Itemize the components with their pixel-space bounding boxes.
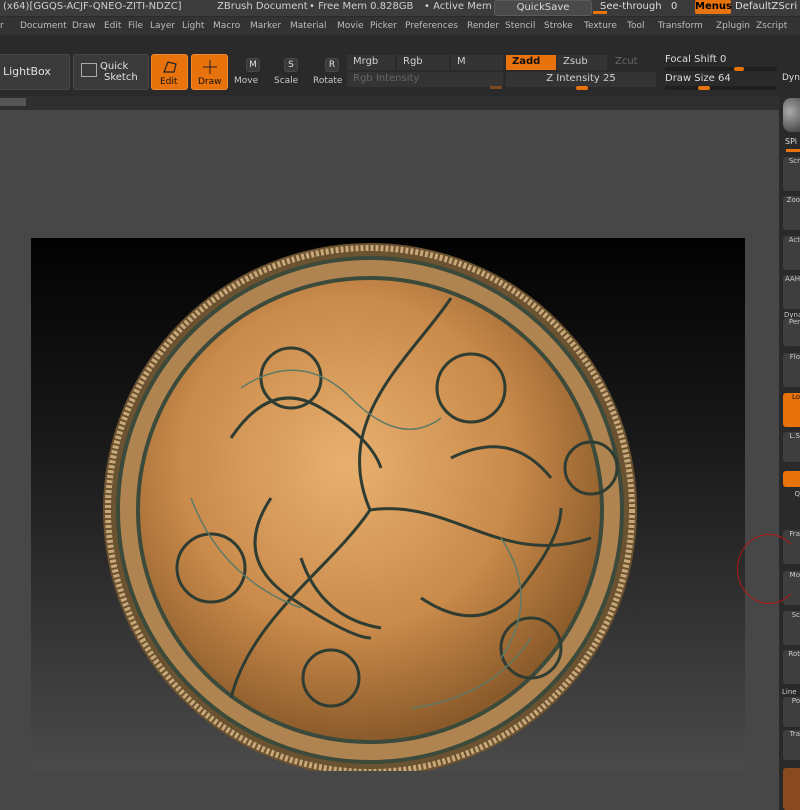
default-script[interactable]: DefaultZScri	[735, 1, 797, 12]
menu-item[interactable]: Transform	[658, 21, 703, 31]
mrgb-button[interactable]: Mrgb	[347, 55, 395, 70]
lsym-button[interactable]: L.S	[783, 432, 800, 462]
menu-item[interactable]: Light	[182, 21, 204, 31]
menu-item[interactable]: File	[128, 21, 143, 31]
floor-button[interactable]: Flo	[783, 353, 800, 387]
aahalf-button[interactable]: AAH	[783, 275, 800, 309]
local-button[interactable]: Lo	[783, 393, 800, 427]
draw-icon	[203, 60, 217, 74]
edit-icon	[163, 61, 177, 73]
brush-cursor-circle	[737, 534, 800, 604]
menu-item[interactable]: Picker	[370, 21, 397, 31]
draw-size-knob[interactable]	[698, 86, 710, 90]
quick-sketch-label-2: Sketch	[104, 72, 138, 83]
lightbox-button[interactable]: LightBox	[0, 54, 70, 90]
see-through-slider[interactable]: See-through 0	[593, 0, 692, 14]
menu-item[interactable]: Macro	[213, 21, 240, 31]
menus-button[interactable]: Menus	[695, 0, 732, 14]
scale-key-icon: S	[284, 58, 298, 72]
focal-shift-slider[interactable]: Focal Shift 0	[665, 54, 726, 65]
transp-button[interactable]: Tra	[783, 730, 800, 760]
menu-item[interactable]: Render	[467, 21, 499, 31]
brush-sphere-icon[interactable]	[783, 98, 800, 132]
menu-item[interactable]: Marker	[250, 21, 281, 31]
move-key-icon: M	[246, 58, 260, 72]
celtic-medallion-model	[103, 243, 637, 777]
menu-item[interactable]: r	[0, 21, 4, 31]
menu-item[interactable]: Edit	[104, 21, 121, 31]
draw-size-slider[interactable]: Draw Size 64	[665, 73, 731, 84]
line-fill-label: Line	[782, 688, 797, 696]
zadd-button[interactable]: Zadd	[506, 55, 556, 70]
menu-item[interactable]: Zplugin	[716, 21, 750, 31]
spix-slider[interactable]	[786, 149, 800, 152]
rotate-button[interactable]: R Rotate	[313, 58, 345, 88]
see-through-value: 0	[671, 1, 678, 12]
quicksave-button[interactable]: QuickSave	[494, 0, 592, 16]
zoom-button[interactable]: Zoo	[783, 196, 800, 230]
draw-button[interactable]: Draw	[191, 54, 228, 90]
rotate-view-button[interactable]: Rot	[783, 650, 800, 684]
canvas-viewport[interactable]	[31, 238, 745, 777]
menu-item[interactable]: Stencil	[505, 21, 535, 31]
menu-bar: r Document Draw Edit File Layer Light Ma…	[0, 17, 800, 35]
menu-item[interactable]: Texture	[584, 21, 617, 31]
xyz-button[interactable]	[783, 471, 800, 487]
free-mem: • Free Mem 0.828GB	[309, 1, 414, 12]
quick-sketch-icon	[81, 63, 97, 77]
menu-item[interactable]: Tool	[627, 21, 644, 31]
menu-item[interactable]: Draw	[72, 21, 96, 31]
quick-sketch-button[interactable]: Quick Sketch	[73, 54, 149, 90]
menu-item[interactable]: Movie	[337, 21, 364, 31]
draw-size-track	[665, 86, 777, 90]
rotate-label: Rotate	[313, 76, 343, 86]
menu-item[interactable]: Document	[20, 21, 67, 31]
rotate-key-icon: R	[325, 58, 339, 72]
scale-button[interactable]: S Scale	[274, 58, 304, 88]
document-bar	[0, 96, 779, 110]
rgb-button[interactable]: Rgb	[397, 55, 449, 70]
actual-button[interactable]: Act	[783, 236, 800, 270]
menu-item[interactable]: Stroke	[544, 21, 573, 31]
focal-shift-knob[interactable]	[734, 67, 744, 71]
dyna-button[interactable]: Dyna	[782, 73, 800, 83]
zcut-button[interactable]: Zcut	[609, 55, 657, 70]
document-scroll-handle[interactable]	[0, 98, 26, 106]
z-intensity-slider[interactable]: Z Intensity 25	[506, 72, 656, 87]
m-button[interactable]: M	[451, 55, 503, 70]
q-button[interactable]: Q	[783, 490, 800, 520]
move-label: Move	[234, 76, 259, 86]
menu-item[interactable]: Preferences	[405, 21, 458, 31]
menu-item[interactable]: Zscript	[756, 21, 787, 31]
edit-button[interactable]: Edit	[151, 54, 188, 90]
polyf-button[interactable]: Po	[783, 697, 800, 727]
document-title: ZBrush Document	[217, 1, 308, 12]
ghost-button[interactable]	[783, 768, 800, 810]
active-mem: • Active Mem 4	[424, 1, 502, 12]
quick-sketch-label-1: Quick	[100, 61, 129, 72]
draw-label: Draw	[198, 77, 222, 87]
z-intensity-knob	[576, 86, 588, 90]
rgb-intensity-knob	[490, 86, 502, 89]
scale-label: Scale	[274, 76, 299, 86]
spix-label: SPi	[785, 137, 797, 146]
move-button[interactable]: M Move	[232, 58, 266, 88]
see-through-bar	[593, 11, 607, 14]
scroll-button[interactable]: Scr	[783, 157, 800, 191]
persp-button[interactable]: Per	[783, 318, 800, 346]
menu-item[interactable]: Layer	[150, 21, 175, 31]
rgb-intensity-slider[interactable]: Rgb Intensity	[347, 72, 503, 87]
app-id: (x64)[GGQS-ACJF-QNEO-ZITI-NDZC]	[3, 1, 182, 12]
zsub-button[interactable]: Zsub	[557, 55, 607, 70]
scale-view-button[interactable]: Sc	[783, 611, 800, 645]
edit-label: Edit	[160, 77, 178, 87]
menu-item[interactable]: Material	[290, 21, 327, 31]
focal-shift-track	[665, 67, 777, 71]
see-through-label: See-through	[600, 1, 662, 12]
